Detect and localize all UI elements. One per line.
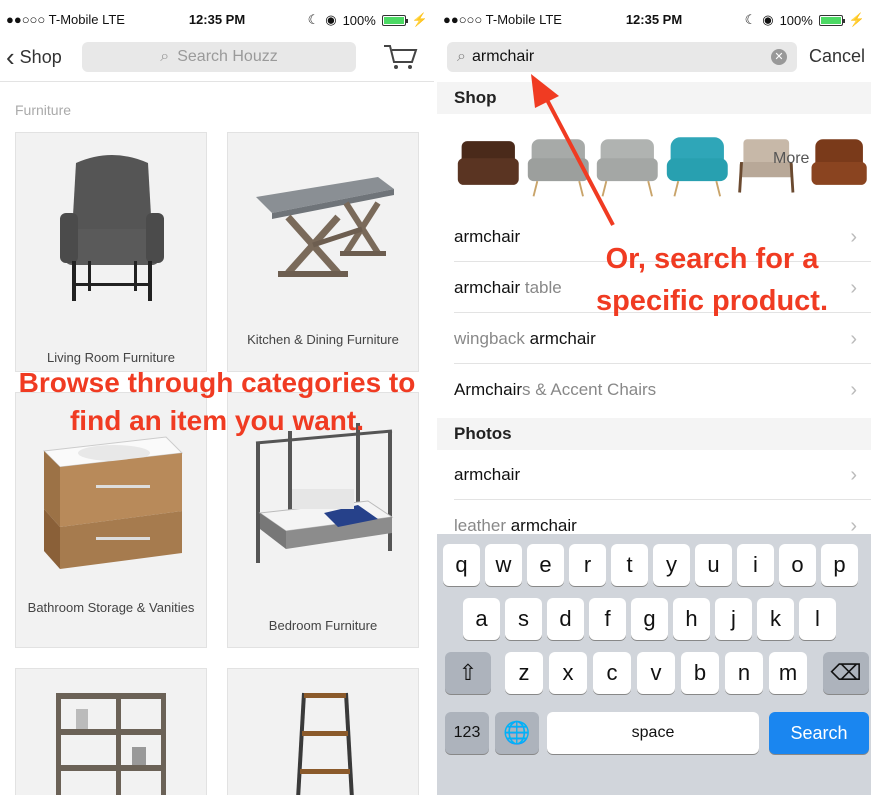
key-d[interactable]: d <box>547 598 584 640</box>
chevron-right-icon: › <box>850 464 857 486</box>
key-o[interactable]: o <box>779 544 816 586</box>
charging-icon: ⚡ <box>848 12 865 27</box>
key-e[interactable]: e <box>527 544 564 586</box>
category-label: Kitchen & Dining Furniture <box>247 332 399 347</box>
key-h[interactable]: h <box>673 598 710 640</box>
key-b[interactable]: b <box>681 652 719 694</box>
search-suggestion[interactable]: armchair › <box>454 450 871 500</box>
annotation-browse: Browse through categories to find an ite… <box>18 367 416 436</box>
table-image <box>256 177 394 277</box>
numbers-key[interactable]: 123 <box>445 712 489 754</box>
bookshelf-image <box>56 693 166 795</box>
status-bar: ●●○○○ T-Mobile LTE 12:35 PM ☾ ◉ 100% ⚡ <box>0 0 434 36</box>
category-label: Bedroom Furniture <box>268 618 378 633</box>
key-w[interactable]: w <box>485 544 522 586</box>
category-card[interactable] <box>15 668 207 795</box>
key-u[interactable]: u <box>695 544 732 586</box>
globe-key[interactable]: 🌐 <box>495 712 539 754</box>
back-label: Shop <box>19 46 62 67</box>
section-title: Furniture <box>15 102 72 118</box>
left-screen: ●●○○○ T-Mobile LTE 12:35 PM ☾ ◉ 100% ⚡ ‹… <box>0 0 434 795</box>
moon-icon: ☾ <box>744 12 757 27</box>
armchair-image <box>60 155 164 301</box>
battery-icon <box>381 14 408 26</box>
battery-icon <box>818 14 845 26</box>
key-k[interactable]: k <box>757 598 794 640</box>
space-key[interactable]: space <box>547 712 759 754</box>
ladder-shelf-image <box>296 692 354 795</box>
backspace-key[interactable]: ⌫ <box>823 652 869 694</box>
category-card[interactable] <box>227 668 419 795</box>
key-l[interactable]: l <box>799 598 836 640</box>
key-t[interactable]: t <box>611 544 648 586</box>
chevron-right-icon: › <box>850 379 857 401</box>
key-q[interactable]: q <box>443 544 480 586</box>
back-button[interactable]: ‹ Shop <box>6 44 62 70</box>
lock-rotation-icon: ◉ <box>325 12 337 27</box>
keyboard: qwertyuiop asdfghjkl zxcvbnm ⇧ ⌫ 123 🌐 s… <box>437 534 871 795</box>
category-card[interactable]: Living Room Furniture <box>15 132 207 372</box>
search-input[interactable]: ⌕ Search Houzz <box>82 42 356 72</box>
battery-percent: 100% <box>342 12 376 28</box>
key-c[interactable]: c <box>593 652 631 694</box>
key-i[interactable]: i <box>737 544 774 586</box>
key-n[interactable]: n <box>725 652 763 694</box>
nav-bar: ‹ Shop ⌕ Search Houzz <box>0 36 434 82</box>
battery-percent: 100% <box>779 12 813 28</box>
key-g[interactable]: g <box>631 598 668 640</box>
moon-icon: ☾ <box>307 12 320 27</box>
key-r[interactable]: r <box>569 544 606 586</box>
key-p[interactable]: p <box>821 544 858 586</box>
status-bar: ●●○○○ T-Mobile LTE 12:35 PM ☾ ◉ 100% ⚡ <box>437 0 871 36</box>
cart-icon[interactable] <box>382 42 418 70</box>
search-icon: ⌕ <box>160 48 170 65</box>
right-screen: ●●○○○ T-Mobile LTE 12:35 PM ☾ ◉ 100% ⚡ ⌕… <box>437 0 871 795</box>
category-card[interactable]: Kitchen & Dining Furniture <box>227 132 419 372</box>
shift-key[interactable]: ⇧ <box>445 652 491 694</box>
key-z[interactable]: z <box>505 652 543 694</box>
key-y[interactable]: y <box>653 544 690 586</box>
search-key[interactable]: Search <box>769 712 869 754</box>
charging-icon: ⚡ <box>411 12 428 27</box>
key-v[interactable]: v <box>637 652 675 694</box>
search-placeholder: Search Houzz <box>177 48 278 65</box>
chevron-left-icon: ‹ <box>6 42 15 72</box>
key-a[interactable]: a <box>463 598 500 640</box>
photos-header: Photos <box>437 418 871 450</box>
category-label: Bathroom Storage & Vanities <box>27 600 195 615</box>
annotation-search: Or, search for a specific product. <box>595 243 829 317</box>
key-x[interactable]: x <box>549 652 587 694</box>
key-s[interactable]: s <box>505 598 542 640</box>
key-f[interactable]: f <box>589 598 626 640</box>
key-m[interactable]: m <box>769 652 807 694</box>
key-j[interactable]: j <box>715 598 752 640</box>
lock-rotation-icon: ◉ <box>762 12 774 27</box>
search-suggestion[interactable]: Armchairs & Accent Chairs › <box>454 365 871 415</box>
